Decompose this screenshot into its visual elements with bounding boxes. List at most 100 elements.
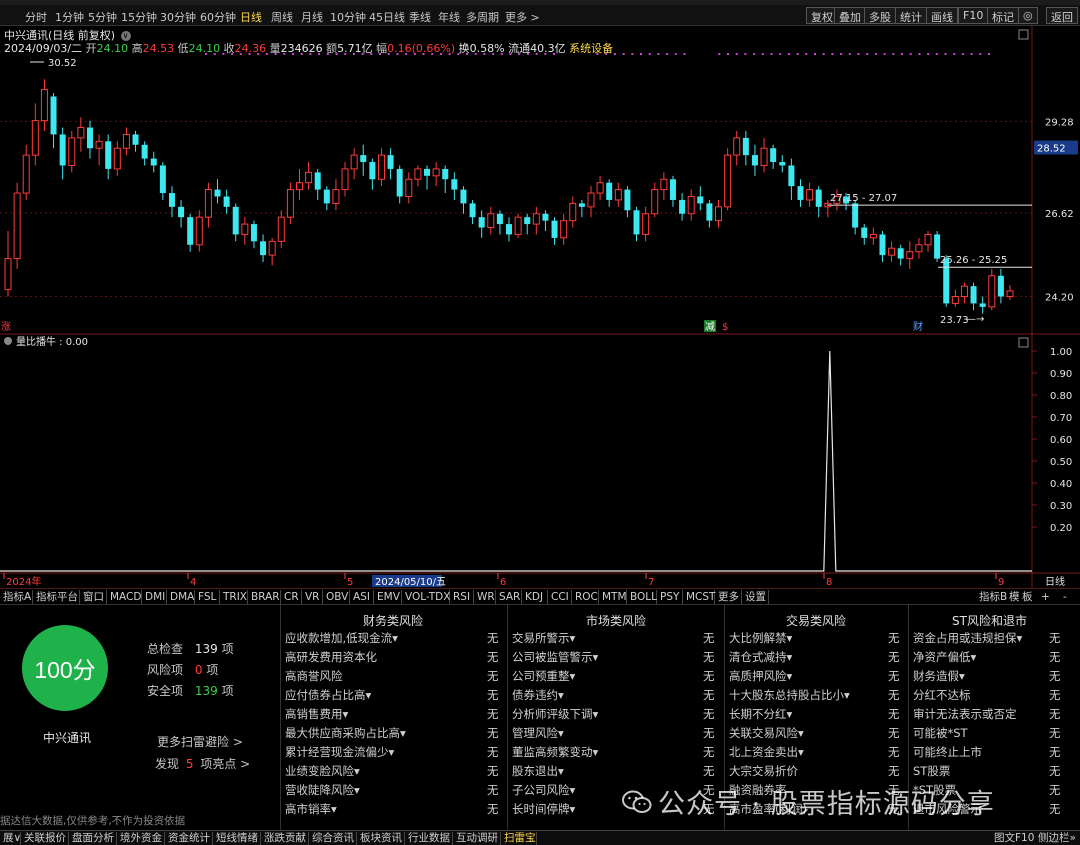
risk-item[interactable]: 资金占用或违规担保▾ (913, 630, 1022, 646)
toolbar-button-8[interactable]: 返回 (1046, 7, 1078, 24)
period-tab-13[interactable]: 多周期 (466, 9, 499, 25)
risk-item[interactable]: 高质押风险▾ (729, 668, 792, 684)
risk-item[interactable]: 应收款增加,低现金流▾ (285, 630, 398, 646)
toolbar-button-6[interactable]: 标记 (987, 7, 1019, 24)
risk-item[interactable]: 管理风险▾ (512, 725, 564, 741)
event-marker-finance[interactable]: 财 (913, 320, 923, 333)
period-tab-3[interactable]: 15分钟 (121, 9, 157, 25)
event-marker-reduce[interactable]: 减 (705, 321, 715, 333)
indicator-tab-4[interactable]: DMI (142, 590, 167, 604)
indicator-tab-6[interactable]: FSL (195, 590, 220, 604)
period-tab-6[interactable]: 日线 (240, 9, 262, 25)
risk-item[interactable]: 可能终止上市 (913, 744, 982, 760)
risk-item[interactable]: 净资产偏低▾ (913, 649, 976, 665)
risk-item[interactable]: 财务造假▾ (913, 668, 965, 684)
risk-item[interactable]: 高商誉风险 (285, 668, 343, 684)
bottom-tab-7[interactable]: 综合资讯 (309, 832, 357, 845)
risk-item[interactable]: ST股票 (913, 763, 950, 779)
risk-item[interactable]: 分红不达标 (913, 687, 971, 703)
risk-item[interactable]: 应付债券占比高▾ (285, 687, 371, 703)
risk-item[interactable]: 清仓式减持▾ (729, 649, 792, 665)
risk-item[interactable]: 大宗交易折价 (729, 763, 798, 779)
period-tab-11[interactable]: 季线 (409, 9, 431, 25)
indicator-tab-13[interactable]: EMV (374, 590, 402, 604)
period-tab-10[interactable]: 45日线 (369, 9, 405, 25)
indicator-right-tab-3[interactable]: + (1038, 590, 1053, 604)
risk-item[interactable]: 大比例解禁▾ (729, 630, 792, 646)
risk-item[interactable]: 高销售费用▾ (285, 706, 348, 722)
risk-item[interactable]: 董监高频繁变动▾ (512, 744, 598, 760)
risk-item[interactable]: 交易所警示▾ (512, 630, 575, 646)
indicator-tab-5[interactable]: DMA (167, 590, 195, 604)
kline-chart[interactable]: 29.2826.6224.2028.52 30.5227.15 - 27.072… (0, 26, 1080, 588)
period-tab-8[interactable]: 月线 (301, 9, 323, 25)
indicator-tab-16[interactable]: WR (474, 590, 496, 604)
risk-item[interactable]: 十大股东总持股占比小▾ (729, 687, 850, 703)
risk-item[interactable]: 长期不分红▾ (729, 706, 792, 722)
bottom-tab-10[interactable]: 互动调研 (453, 832, 501, 845)
period-tab-7[interactable]: 周线 (271, 9, 293, 25)
indicator-tab-3[interactable]: MACD (107, 590, 142, 604)
indicator-tab-10[interactable]: VR (302, 590, 323, 604)
indicator-tab-24[interactable]: MCST (683, 590, 715, 604)
period-tab-0[interactable]: 分时 (25, 9, 47, 25)
bottom-tab-2[interactable]: 盘面分析 (69, 832, 117, 845)
risk-item[interactable]: 子公司风险▾ (512, 782, 575, 798)
indicator-tab-0[interactable]: 指标A (0, 590, 33, 604)
bottom-tab-8[interactable]: 板块资讯 (357, 832, 405, 845)
risk-item[interactable]: 审计无法表示或否定 (913, 706, 1017, 722)
risk-item[interactable]: 北上资金卖出▾ (729, 744, 804, 760)
risk-item[interactable]: 可能被*ST (913, 725, 968, 741)
indicator-tab-18[interactable]: KDJ (522, 590, 548, 604)
period-tab-1[interactable]: 1分钟 (55, 9, 84, 25)
risk-item[interactable]: 分析师评级下调▾ (512, 706, 598, 722)
indicator-tab-21[interactable]: MTM (599, 590, 627, 604)
indicator-tab-22[interactable]: BOLL (627, 590, 657, 604)
toolbar-button-7[interactable]: ◎ (1018, 7, 1038, 24)
event-marker-dollar[interactable]: $ (722, 322, 728, 333)
indicator-tab-8[interactable]: BRAR (248, 590, 281, 604)
bottom-tab-5[interactable]: 短线情绪 (213, 832, 261, 845)
bottom-tab-4[interactable]: 资金统计 (165, 832, 213, 845)
indicator-tab-19[interactable]: CCI (548, 590, 572, 604)
bottom-tab-9[interactable]: 行业数据 (405, 832, 453, 845)
indicator-tab-15[interactable]: RSI (450, 590, 474, 604)
indicator-tab-25[interactable]: 更多 (715, 590, 742, 604)
bottom-tab-1[interactable]: 关联报价 (21, 832, 69, 845)
indicator-tab-2[interactable]: 窗口 (80, 590, 107, 604)
maximize-icon[interactable] (1018, 29, 1029, 40)
toolbar-button-5[interactable]: F10 (958, 7, 989, 24)
bottom-tab-6[interactable]: 涨跌贡献 (261, 832, 309, 845)
period-tab-14[interactable]: 更多 > (505, 9, 540, 25)
indicator-tab-14[interactable]: VOL-TDX (402, 590, 450, 604)
period-tab-9[interactable]: 10分钟 (330, 9, 366, 25)
highlights-link[interactable]: 发现 5 项亮点 > (155, 755, 250, 772)
risk-item[interactable]: 累计经营现金流偏少▾ (285, 744, 394, 760)
indicator-tab-20[interactable]: ROC (572, 590, 599, 604)
period-tab-5[interactable]: 60分钟 (200, 9, 236, 25)
risk-item[interactable]: 债券违约▾ (512, 687, 564, 703)
toolbar-button-1[interactable]: 叠加 (834, 7, 866, 24)
more-scan-link[interactable]: 更多扫雷避险 > (157, 733, 243, 750)
toolbar-button-2[interactable]: 多股 (864, 7, 896, 24)
risk-item[interactable]: 高研发费用资本化 (285, 649, 377, 665)
indicator-right-tab-2[interactable]: 板 (1019, 590, 1036, 604)
period-tab-2[interactable]: 5分钟 (88, 9, 117, 25)
maximize-lower-icon[interactable] (1018, 337, 1029, 348)
risk-item[interactable]: 营收陡降风险▾ (285, 782, 360, 798)
indicator-tab-26[interactable]: 设置 (742, 590, 769, 604)
indicator-right-tab-4[interactable]: - (1060, 590, 1070, 604)
bottom-tab-3[interactable]: 境外资金 (117, 832, 165, 845)
indicator-tab-7[interactable]: TRIX (220, 590, 248, 604)
bottom-tab-0[interactable]: 展∨ (0, 832, 21, 845)
risk-item[interactable]: 公司预重整▾ (512, 668, 575, 684)
indicator-tab-11[interactable]: OBV (323, 590, 350, 604)
toolbar-button-4[interactable]: 画线 (926, 7, 958, 24)
indicator-tab-12[interactable]: ASI (350, 590, 374, 604)
risk-item[interactable]: 关联交易风险▾ (729, 725, 804, 741)
toolbar-button-3[interactable]: 统计 (895, 7, 927, 24)
bottom-right-tab-1[interactable]: 侧边栏» (1035, 832, 1079, 845)
risk-item[interactable]: 最大供应商采购占比高▾ (285, 725, 406, 741)
bottom-right-tab-0[interactable]: 图文F10 (991, 832, 1037, 845)
risk-item[interactable]: 公司被监管警示▾ (512, 649, 598, 665)
